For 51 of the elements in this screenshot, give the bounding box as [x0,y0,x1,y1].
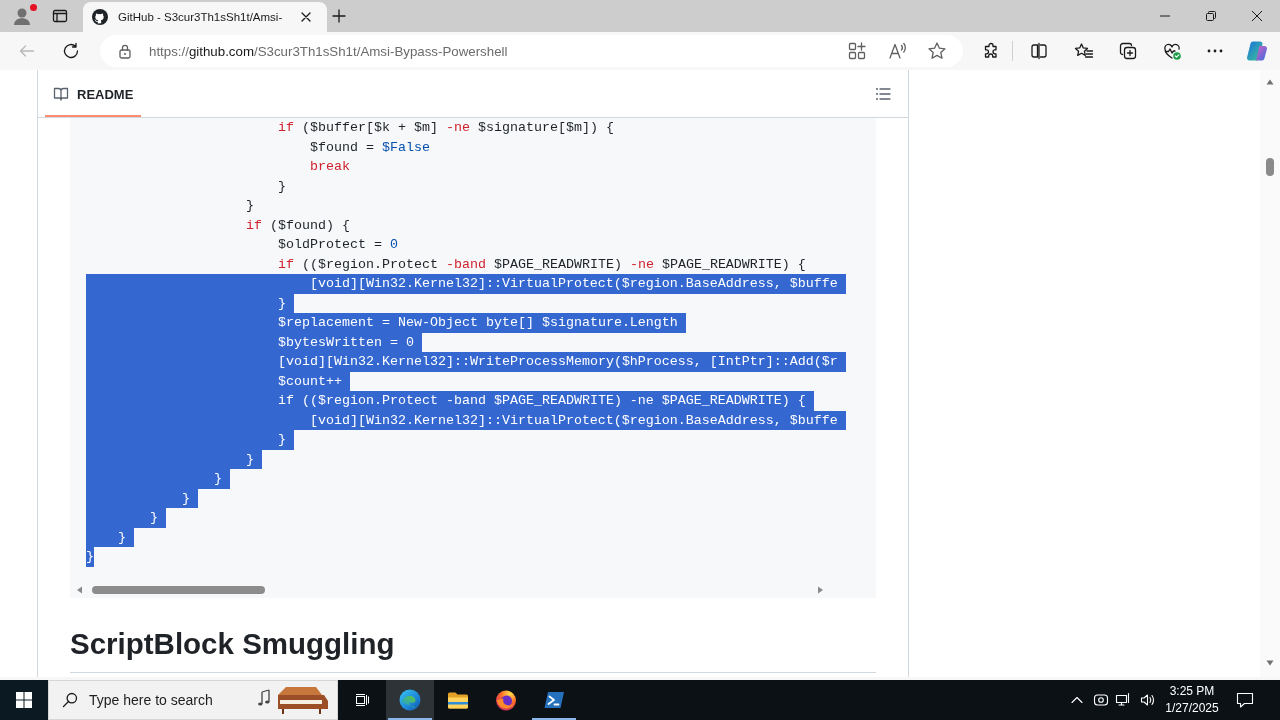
clock-date[interactable]: 1/27/2025 [1165,700,1219,717]
start-button[interactable] [0,680,48,720]
refresh-icon[interactable] [62,42,80,60]
plus-icon[interactable] [331,8,347,24]
code-line: } [277,177,286,196]
read-aloud-icon[interactable] [888,41,908,61]
search-icon [62,692,78,708]
split-window-icon[interactable] [1029,41,1049,61]
code-line: break [309,158,350,176]
book-icon [53,86,69,102]
wave-logo-icon [398,688,422,712]
code-line: $oldProtect = 0 [277,236,398,254]
scroll-down-arrow-icon[interactable] [1266,659,1274,667]
grid-plus-icon[interactable] [847,41,867,61]
code-line: if ($found) { [245,216,350,235]
task-view-icon [354,692,370,708]
code-line: if (($region.Protect -band $PAGE_READWRITE) -ne $PAGE_READWRITE) { [277,255,806,274]
camera-icon[interactable] [1093,692,1109,708]
scrollbar-thumb[interactable] [92,586,265,594]
fox-logo-icon [494,688,518,712]
star-list-icon[interactable] [1074,41,1094,61]
browser-tab[interactable]: GitHub - S3cur3Th1sSh1t/Amsi- [83,2,327,32]
close-icon[interactable] [1252,11,1262,21]
lock-icon [118,43,132,59]
scroll-left-arrow-icon[interactable] [76,586,84,594]
clock-time[interactable]: 3:25 PM [1169,683,1215,700]
taskbar-button[interactable] [386,680,434,720]
code-line: if ($buffer[$k + $m] -ne $signature[$m]) { [277,119,614,137]
speaker-icon[interactable] [1140,692,1156,708]
piano-icon [256,685,330,715]
scrollbar-thumb[interactable] [1266,158,1274,176]
monitor-icon[interactable] [1115,692,1131,708]
scroll-right-arrow-icon[interactable] [816,586,824,594]
list-icon[interactable] [875,85,891,102]
code-line: $found = $False [309,138,430,157]
collections-icon[interactable] [1118,41,1138,61]
scroll-up-arrow-icon[interactable] [1266,78,1274,86]
code-line: } [245,197,254,215]
windows-logo-icon [16,692,32,708]
close-icon[interactable] [300,11,312,23]
section-heading: ScriptBlock Smuggling [70,627,395,660]
gradient-logo-icon[interactable] [1246,40,1268,62]
restore-icon[interactable] [1206,11,1216,21]
readme-tab[interactable]: README [45,71,142,117]
search-field[interactable]: Type here to search [89,692,239,708]
cat-logo-icon [92,9,108,25]
address-bar[interactable]: https://github.com/S3cur3Th1sSh1t/Amsi-Bypass-Powershell [100,35,963,67]
star-icon[interactable] [927,41,947,61]
speech-bubble-icon[interactable] [1235,690,1255,710]
window-icon[interactable] [52,8,68,24]
heart-pulse-icon[interactable] [1162,41,1182,61]
